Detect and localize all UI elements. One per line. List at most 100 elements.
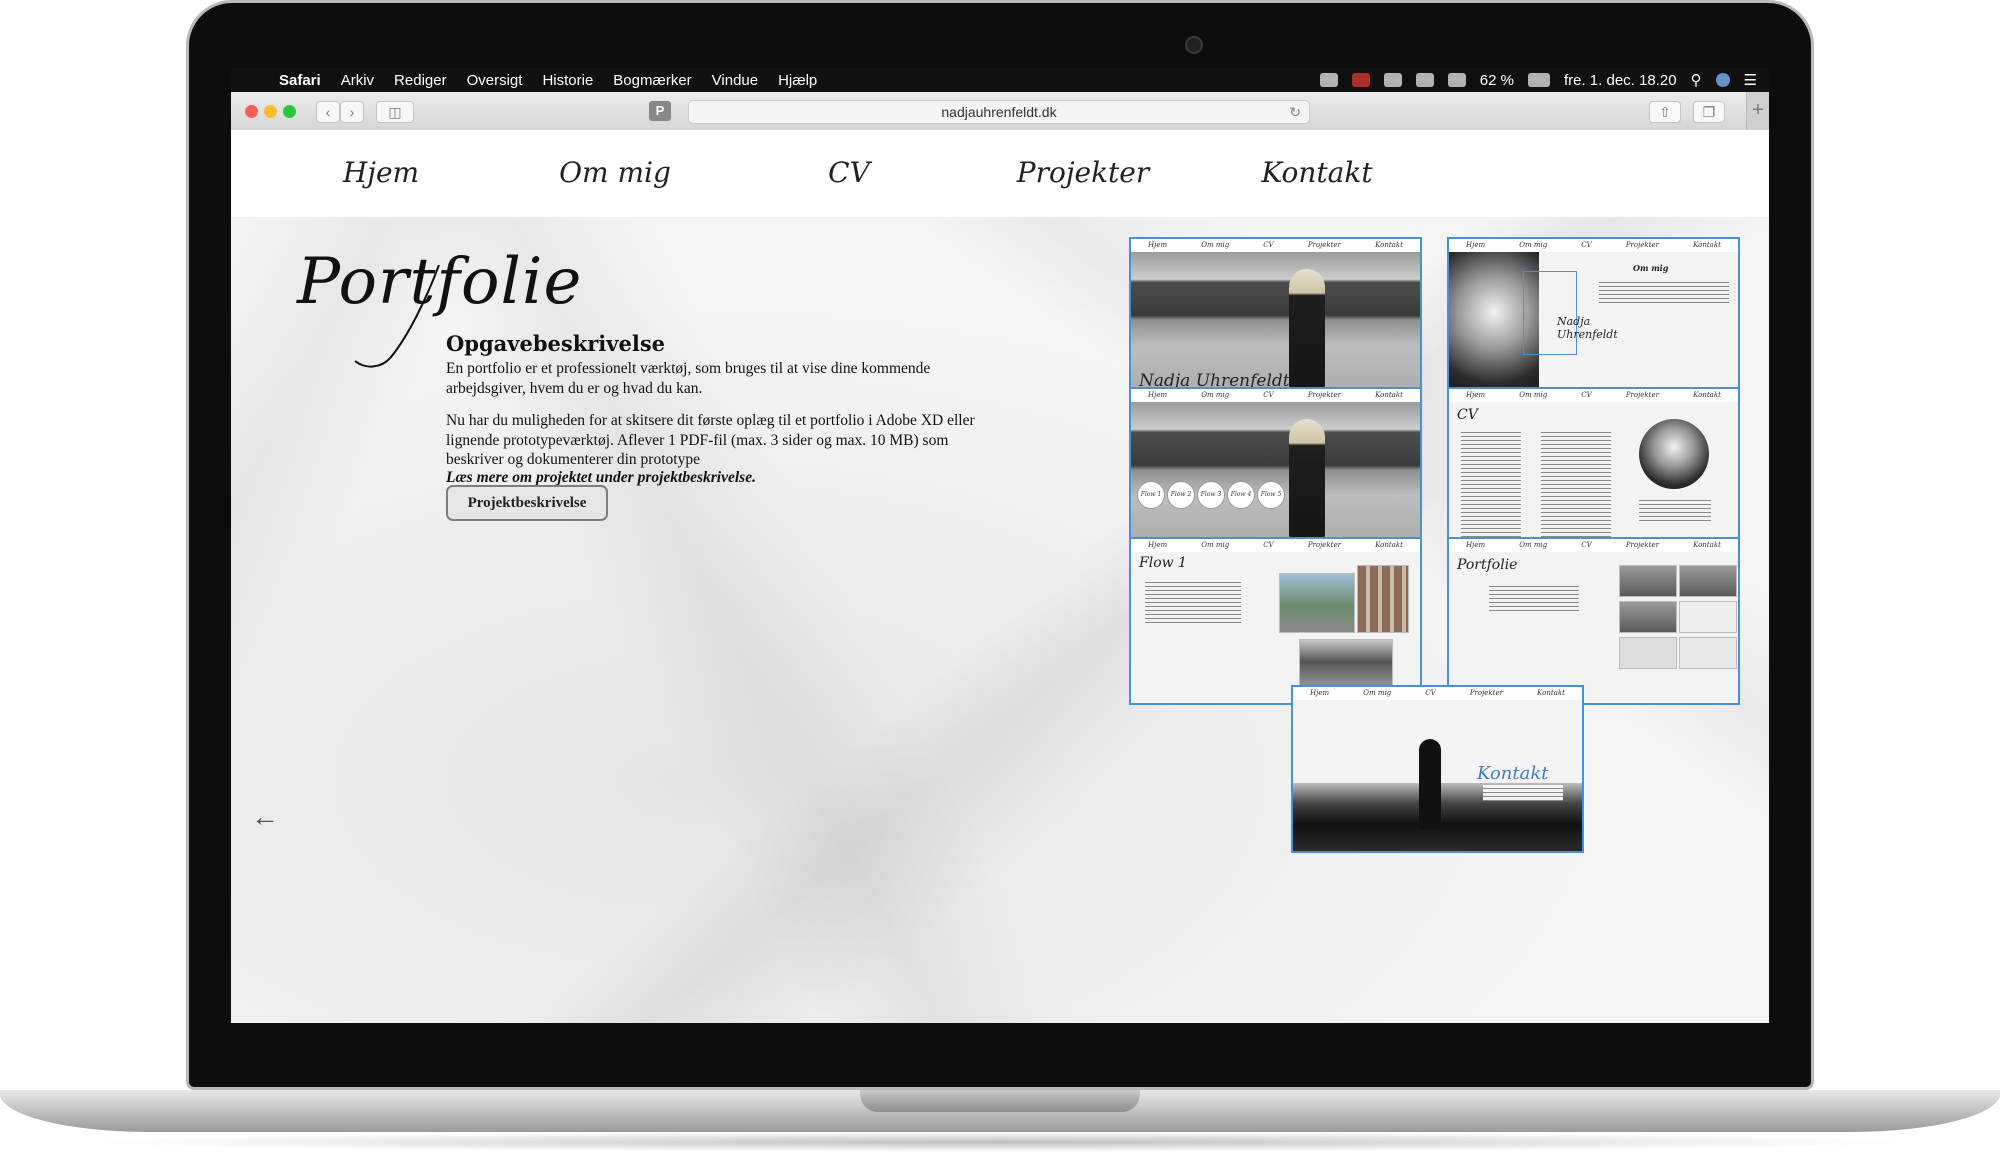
thumb-nav-item: Projekter	[1469, 689, 1503, 697]
shield-icon[interactable]	[1351, 73, 1370, 87]
battery-percent[interactable]: 62 %	[1480, 72, 1514, 89]
nav-cv[interactable]: CV	[759, 156, 939, 189]
laptop-shadow	[80, 1132, 1920, 1152]
thumb-title: Kontakt	[1477, 763, 1549, 784]
pinned-tab-icon[interactable]: P	[649, 101, 671, 121]
frame-box	[1523, 271, 1577, 355]
thumb-nav-item: Om mig	[1201, 541, 1230, 549]
web-page: Hjem Om mig CV Projekter Kontakt Portfol…	[231, 130, 1769, 1023]
airplay-icon[interactable]	[1447, 73, 1466, 87]
projektbeskrivelse-button[interactable]: Projektbeskrivelse	[446, 485, 608, 521]
thumb-nav-item: Hjem	[1148, 541, 1168, 549]
close-window-button[interactable]	[245, 105, 258, 118]
thumb-text-lines	[1145, 579, 1241, 623]
menu-hjaelp[interactable]: Hjælp	[778, 72, 817, 89]
thumb-nav-item: CV	[1263, 541, 1274, 549]
thumb-title: CV	[1457, 407, 1478, 423]
thumbnail-flow-1[interactable]: Hjem Om mig CV Projekter Kontakt Flow 1	[1129, 537, 1422, 705]
back-button[interactable]: ‹	[316, 101, 340, 123]
thumbnail-cv[interactable]: Hjem Om mig CV Projekter Kontakt CV	[1447, 387, 1740, 555]
flow-circle: Flow 2	[1167, 481, 1195, 509]
nav-om-mig[interactable]: Om mig	[525, 156, 705, 189]
siri-icon[interactable]	[1715, 73, 1730, 87]
thumb-text-lines	[1461, 429, 1521, 539]
waves-icon[interactable]	[1383, 73, 1402, 87]
thumb-nav-item: CV	[1263, 391, 1274, 399]
zoom-window-button[interactable]	[283, 105, 296, 118]
thumb-image	[1679, 637, 1737, 669]
thumb-nav-item: Hjem	[1148, 241, 1168, 249]
thumb-title: Portfolie	[1457, 557, 1518, 573]
thumb-text-lines	[1489, 583, 1579, 613]
minimize-window-button[interactable]	[264, 105, 277, 118]
notification-list-icon[interactable]: ☰	[1744, 71, 1757, 89]
thumb-text-lines	[1541, 429, 1611, 539]
nav-kontakt[interactable]: Kontakt	[1227, 156, 1407, 189]
macos-menubar: Safari Arkiv Rediger Oversigt Historie B…	[231, 68, 1769, 92]
thumbnail-om-mig[interactable]: Hjem Om mig CV Projekter Kontakt Nadja U…	[1447, 237, 1740, 405]
new-tab-button[interactable]: +	[1746, 92, 1769, 130]
camera-icon	[1185, 36, 1203, 54]
thumb-nav-item: Kontakt	[1693, 391, 1721, 399]
lake-photo	[1131, 402, 1420, 553]
thumb-nav-item: CV	[1425, 689, 1436, 697]
thumb-nav-item: Kontakt	[1375, 241, 1403, 249]
thumbnail-projekter[interactable]: Hjem Om mig CV Projekter Kontakt Flow 1 …	[1129, 387, 1422, 555]
thumb-nav-item: Hjem	[1466, 541, 1486, 549]
tabs-overview-icon[interactable]: ❐	[1693, 101, 1725, 123]
thumb-nav-item: Hjem	[1310, 689, 1330, 697]
thumb-nav-item: Hjem	[1148, 391, 1168, 399]
woman-figure	[1289, 269, 1325, 389]
thumb-nav-item: CV	[1263, 241, 1274, 249]
battery-icon[interactable]	[1527, 73, 1550, 87]
cv-portrait	[1639, 419, 1709, 489]
menu-bogmaerker[interactable]: Bogmærker	[613, 72, 691, 89]
thumb-nav-item: Om mig	[1363, 689, 1392, 697]
thumb-text-lines	[1599, 279, 1729, 305]
thumb-nav: Hjem Om mig CV Projekter Kontakt	[1449, 389, 1738, 402]
thumb-nav-item: Om mig	[1519, 541, 1548, 549]
thumb-nav: Hjem Om mig CV Projekter Kontakt	[1293, 687, 1582, 700]
status-area: 62 % fre. 1. dec. 18.20 ⚲ ☰	[1319, 68, 1757, 92]
description-paragraph-1: En portfolio er et professionelt værktøj…	[446, 360, 931, 397]
forward-button[interactable]: ›	[340, 101, 364, 123]
thumb-nav-item: Kontakt	[1537, 689, 1565, 697]
thumbnail-hjem[interactable]: Hjem Om mig CV Projekter Kontakt Nadja U…	[1129, 237, 1422, 405]
laptop-notch	[860, 1090, 1140, 1112]
thumbnail-kontakt[interactable]: Hjem Om mig CV Projekter Kontakt Kontakt	[1291, 685, 1584, 853]
thumbnail-portfolie[interactable]: Hjem Om mig CV Projekter Kontakt Portfol…	[1447, 537, 1740, 705]
reload-icon[interactable]: ↻	[1289, 101, 1301, 123]
sidebar-icon[interactable]: ◫	[376, 101, 414, 123]
thumb-nav: Hjem Om mig CV Projekter Kontakt	[1131, 389, 1420, 402]
thumb-nav-item: Om mig	[1201, 391, 1230, 399]
menu-oversigt[interactable]: Oversigt	[467, 72, 523, 89]
nav-hjem[interactable]: Hjem	[291, 156, 471, 189]
wifi-icon[interactable]	[1415, 73, 1434, 87]
menu-arkiv[interactable]: Arkiv	[341, 72, 374, 89]
thumb-nav-item: Kontakt	[1693, 541, 1721, 549]
search-icon[interactable]: ⚲	[1691, 71, 1702, 89]
menu-rediger[interactable]: Rediger	[394, 72, 447, 89]
nav-projekter[interactable]: Projekter	[993, 156, 1173, 189]
clock[interactable]: fre. 1. dec. 18.20	[1564, 72, 1677, 89]
share-icon[interactable]: ⇧	[1649, 101, 1681, 123]
menu-app-safari[interactable]: Safari	[279, 72, 321, 89]
menu-vindue[interactable]: Vindue	[712, 72, 758, 89]
browser-toolbar: ‹ › ◫ P nadjauhrenfeldt.dk ↻ ⇧ ❐ +	[231, 92, 1769, 131]
flow-circle: Flow 5	[1257, 481, 1285, 509]
thumb-nav-item: Projekter	[1307, 541, 1341, 549]
url-text: nadjauhrenfeldt.dk	[941, 104, 1057, 120]
menu-historie[interactable]: Historie	[542, 72, 593, 89]
thumb-nav-item: CV	[1581, 541, 1592, 549]
back-arrow-icon[interactable]: ←	[251, 801, 279, 833]
thumb-image	[1619, 565, 1677, 597]
page-title: Portfolie	[297, 245, 583, 319]
address-bar[interactable]: nadjauhrenfeldt.dk ↻	[688, 100, 1310, 124]
thumb-nav-item: Kontakt	[1375, 541, 1403, 549]
thumb-name: Nadja Uhrenfeldt	[1557, 315, 1618, 341]
thumb-image	[1279, 573, 1355, 633]
thumb-nav-item: Projekter	[1307, 391, 1341, 399]
thumb-image	[1357, 565, 1409, 633]
creative-cloud-icon[interactable]	[1319, 73, 1338, 87]
thumb-nav-item: Projekter	[1625, 541, 1659, 549]
